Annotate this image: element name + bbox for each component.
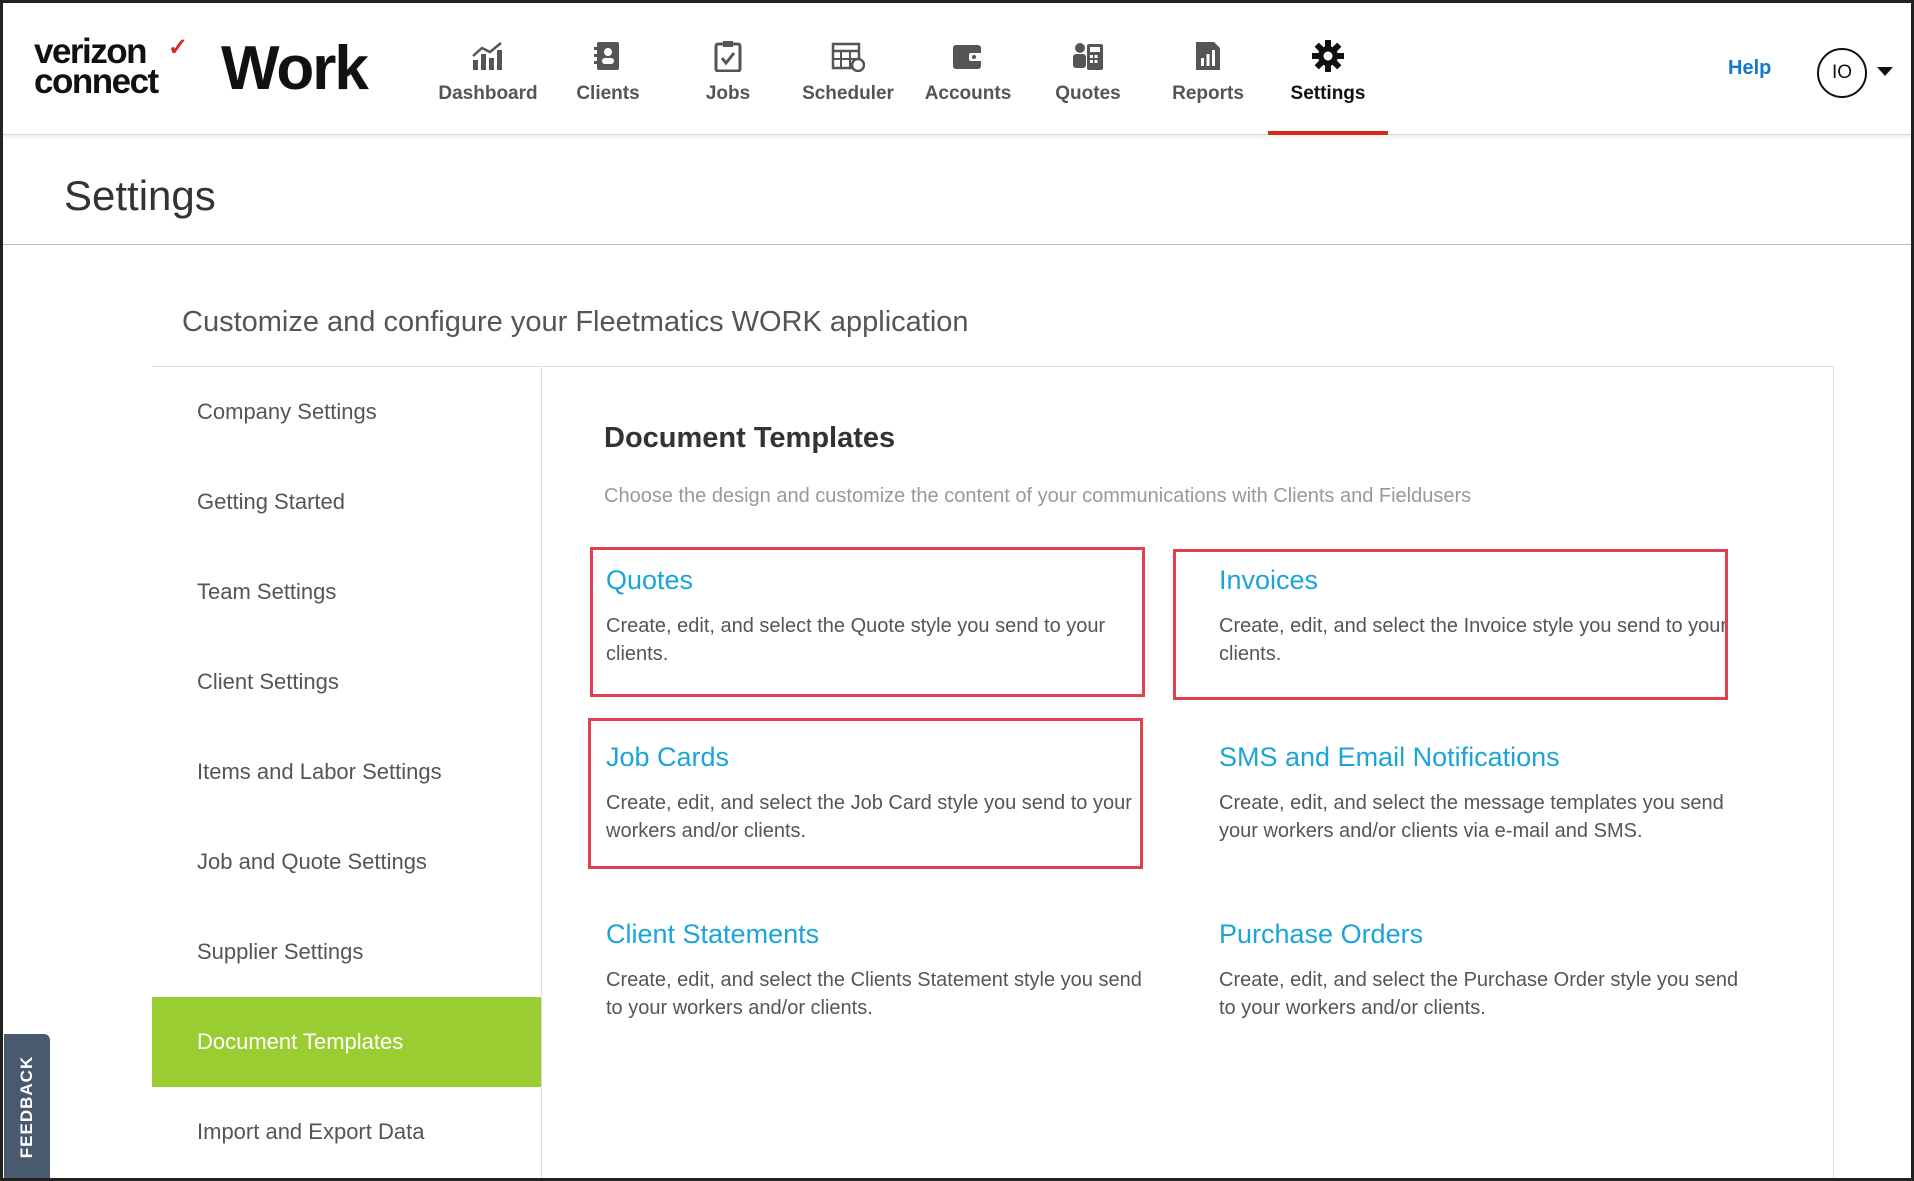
- card-description: Create, edit, and select the Clients Sta…: [606, 969, 1142, 1019]
- nav-label: Quotes: [1055, 83, 1121, 104]
- sidebar-item-company-settings[interactable]: Company Settings: [152, 367, 541, 457]
- nav-label: Scheduler: [802, 83, 894, 104]
- sidebar-item-team-settings[interactable]: Team Settings: [152, 547, 541, 637]
- nav-scheduler[interactable]: Scheduler: [788, 3, 908, 135]
- quotes-template-link[interactable]: Quotes: [606, 565, 1146, 596]
- help-link[interactable]: Help: [1728, 57, 1771, 80]
- card-description: Create, edit, and select the Job Card st…: [606, 792, 1132, 842]
- accounts-wallet-icon: [951, 39, 985, 73]
- sidebar-item-getting-started[interactable]: Getting Started: [152, 457, 541, 547]
- clients-contact-icon: [591, 39, 625, 73]
- user-avatar[interactable]: IO: [1817, 48, 1867, 98]
- top-navigation-bar: verizon connect ✓ Work Dashboard Clients…: [3, 3, 1911, 135]
- card-description: Create, edit, and select the message tem…: [1219, 792, 1724, 842]
- nav-dashboard[interactable]: Dashboard: [428, 3, 548, 135]
- sidebar-item-job-quote-settings[interactable]: Job and Quote Settings: [152, 817, 541, 907]
- client-statements-template-link[interactable]: Client Statements: [606, 919, 1146, 950]
- document-templates-section: Document Templates Choose the design and…: [543, 367, 1833, 1178]
- logo-line-2: connect: [34, 62, 159, 101]
- feedback-label: FEEDBACK: [17, 1055, 37, 1158]
- nav-label: Jobs: [705, 83, 751, 104]
- nav-settings[interactable]: Settings: [1268, 3, 1388, 135]
- purchase-orders-template-link[interactable]: Purchase Orders: [1219, 919, 1759, 950]
- quotes-calculator-icon: [1071, 39, 1105, 73]
- nav-label: Settings: [1290, 83, 1366, 104]
- nav-quotes[interactable]: Quotes: [1028, 3, 1148, 135]
- sidebar-item-import-export-data[interactable]: Import and Export Data: [152, 1087, 541, 1177]
- page-subtitle: Customize and configure your Fleetmatics…: [182, 306, 969, 338]
- nav-reports[interactable]: Reports: [1148, 3, 1268, 135]
- invoices-template-link[interactable]: Invoices: [1219, 565, 1759, 596]
- nav-label: Reports: [1172, 83, 1244, 104]
- chevron-down-icon[interactable]: [1877, 67, 1893, 76]
- settings-gear-icon: [1311, 39, 1345, 73]
- template-card-job-cards: Job Cards Create, edit, and select the J…: [606, 742, 1146, 845]
- work-product-logo: Work: [221, 34, 369, 103]
- feedback-tab[interactable]: FEEDBACK: [4, 1034, 50, 1179]
- sidebar-item-items-labor-settings[interactable]: Items and Labor Settings: [152, 727, 541, 817]
- template-card-quotes: Quotes Create, edit, and select the Quot…: [606, 565, 1146, 668]
- card-description: Create, edit, and select the Invoice sty…: [1219, 615, 1728, 665]
- sidebar-item-supplier-settings[interactable]: Supplier Settings: [152, 907, 541, 997]
- sidebar-item-client-settings[interactable]: Client Settings: [152, 637, 541, 727]
- nav-label: Clients: [576, 83, 640, 104]
- card-description: Create, edit, and select the Purchase Or…: [1219, 969, 1739, 1019]
- nav-label: Dashboard: [438, 83, 538, 104]
- template-card-invoices: Invoices Create, edit, and select the In…: [1219, 565, 1759, 668]
- nav-label: Accounts: [924, 83, 1012, 104]
- dashboard-chart-icon: [471, 39, 505, 73]
- reports-chart-icon: [1191, 39, 1225, 73]
- section-title: Document Templates: [604, 422, 896, 454]
- page-title: Settings: [64, 172, 216, 219]
- scheduler-calendar-icon: [831, 39, 865, 73]
- title-divider: [3, 244, 1911, 245]
- main-nav: Dashboard Clients Jobs Scheduler Account…: [428, 3, 1388, 135]
- jobs-clipboard-icon: [711, 39, 745, 73]
- nav-clients[interactable]: Clients: [548, 3, 668, 135]
- checkmark-icon: ✓: [168, 34, 188, 61]
- template-card-purchase-orders: Purchase Orders Create, edit, and select…: [1219, 919, 1759, 1022]
- section-description: Choose the design and customize the cont…: [604, 485, 1472, 507]
- sms-email-template-link[interactable]: SMS and Email Notifications: [1219, 742, 1759, 773]
- nav-accounts[interactable]: Accounts: [908, 3, 1028, 135]
- template-card-sms-email: SMS and Email Notifications Create, edit…: [1219, 742, 1759, 845]
- verizon-connect-logo[interactable]: verizon connect ✓: [34, 34, 188, 101]
- sidebar-item-document-templates[interactable]: Document Templates: [152, 997, 541, 1087]
- card-description: Create, edit, and select the Quote style…: [606, 615, 1106, 665]
- settings-sidebar: Company Settings Getting Started Team Se…: [152, 367, 542, 1178]
- nav-jobs[interactable]: Jobs: [668, 3, 788, 135]
- template-card-client-statements: Client Statements Create, edit, and sele…: [606, 919, 1146, 1022]
- job-cards-template-link[interactable]: Job Cards: [606, 742, 1146, 773]
